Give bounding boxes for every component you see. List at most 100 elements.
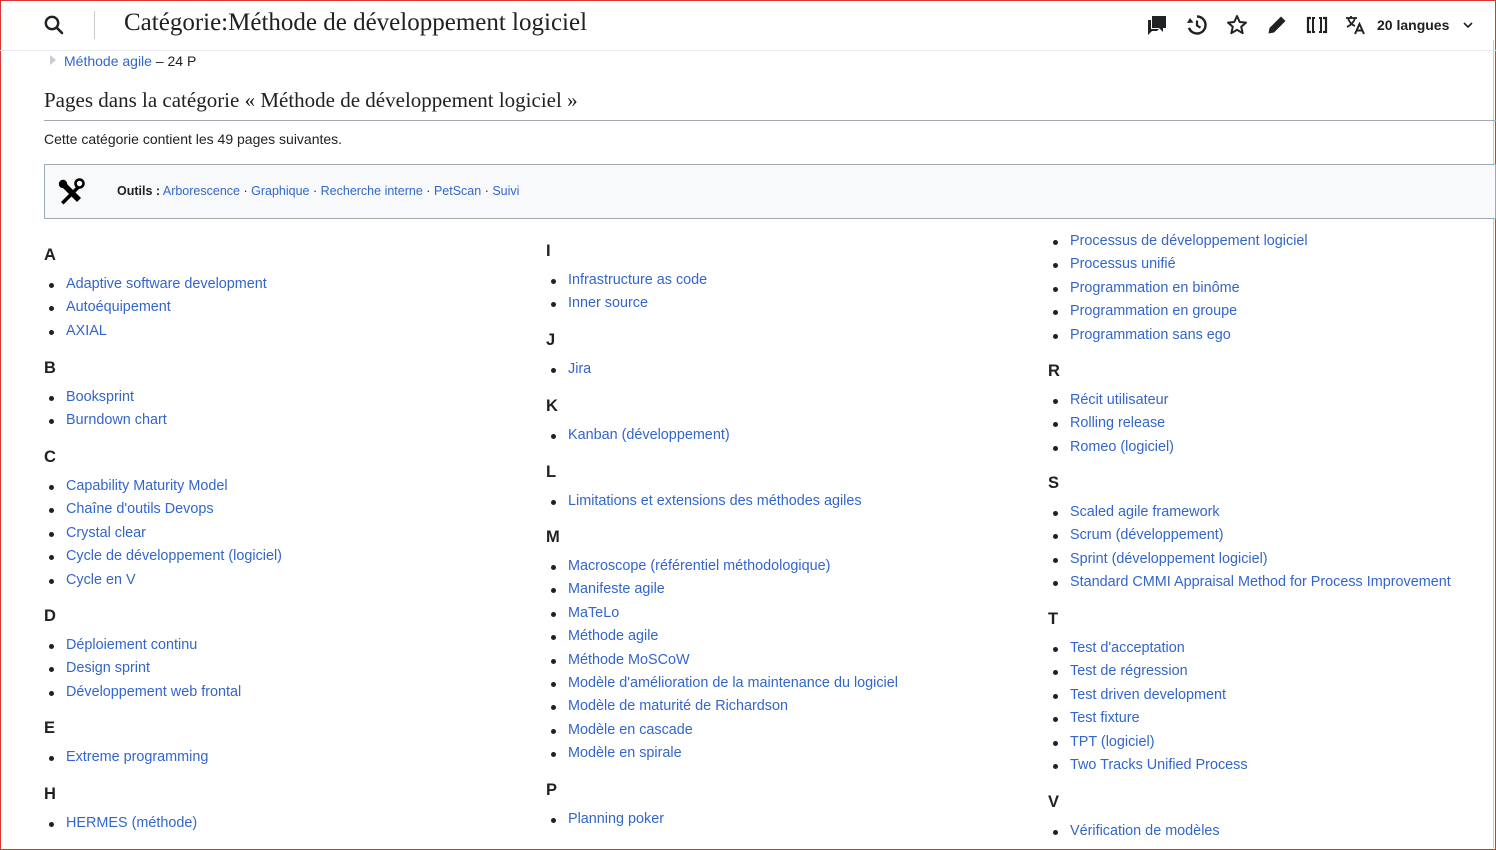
separator: · [243,184,248,198]
group-letter: H [44,785,56,803]
list-item[interactable]: Kanban (développement) [546,424,730,447]
talk-icon[interactable] [1145,13,1169,37]
list-item[interactable]: Two Tracks Unified Process [1048,754,1248,777]
list-item[interactable]: Extreme programming [44,746,208,769]
group-letter: D [44,607,56,625]
list-item[interactable]: Test driven development [1048,684,1248,707]
list-item[interactable]: Crystal clear [44,522,282,545]
list-item[interactable]: Standard CMMI Appraisal Method for Proce… [1048,571,1451,594]
list-item[interactable]: Romeo (logiciel) [1048,436,1174,459]
list-item[interactable]: Déploiement continu [44,634,241,657]
list-item[interactable]: Test d'acceptation [1048,637,1248,660]
list-item[interactable]: Programmation en binôme [1048,277,1308,300]
group-letter: I [546,242,551,260]
list-item[interactable]: Jira [546,358,591,381]
list-item[interactable]: Burndown chart [44,409,167,432]
list-item[interactable]: Processus de développement logiciel [1048,230,1308,253]
expand-triangle-icon[interactable] [50,55,56,65]
group-letter: R [1048,362,1060,380]
header-divider [94,11,95,39]
chevron-down-icon[interactable] [1457,13,1479,37]
letter-group-a: A Adaptive software development Autoéqui… [44,245,267,343]
list-item[interactable]: Infrastructure as code [546,269,707,292]
letter-group-t: T Test d'acceptation Test de régression … [1048,609,1248,777]
list-item[interactable]: Chaîne d'outils Devops [44,498,282,521]
list-item[interactable]: Test fixture [1048,707,1248,730]
list-item[interactable]: Macroscope (référentiel méthodologique) [546,555,898,578]
list-item[interactable]: Planning poker [546,808,664,831]
list-item[interactable]: Manifeste agile [546,578,898,601]
language-icon[interactable] [1343,13,1367,37]
list-item[interactable]: TPT (logiciel) [1048,731,1248,754]
list-item[interactable]: Booksprint [44,386,167,409]
list-item[interactable]: Cycle en V [44,569,282,592]
group-letter: J [546,331,556,349]
group-letter: M [546,528,560,546]
history-icon[interactable] [1185,13,1209,37]
list-item[interactable]: Modèle en spirale [546,742,898,765]
list-item[interactable]: AXIAL [44,320,267,343]
list-item[interactable]: Programmation en groupe [1048,300,1308,323]
list-item[interactable]: HERMES (méthode) [44,812,197,835]
list-item[interactable]: Développement web frontal [44,681,241,704]
letter-group-m: M Macroscope (référentiel méthodologique… [546,527,898,766]
list-item[interactable]: Programmation sans ego [1048,324,1308,347]
list-item[interactable]: Modèle de maturité de Richardson [546,695,898,718]
subcategory-row: Méthode agile – 24 P [50,53,196,69]
search-icon[interactable] [42,13,66,37]
group-letter: A [44,246,56,264]
list-item[interactable]: Scaled agile framework [1048,501,1451,524]
tools-label: Outils : [117,184,161,198]
letter-group-j: J Jira [546,330,591,381]
list-item[interactable]: Design sprint [44,657,241,680]
list-item[interactable]: Vérification de modèles [1048,820,1220,843]
tools-icon [57,178,85,206]
letter-group-h: H HERMES (méthode) [44,784,197,835]
list-item[interactable]: Cycle de développement (logiciel) [44,545,282,568]
group-letter: E [44,719,56,737]
list-item[interactable]: Limitations et extensions des méthodes a… [546,490,862,513]
section-heading: Pages dans la catégorie « Méthode de dév… [44,88,578,112]
heading-divider [44,120,1496,121]
list-item[interactable]: Modèle en cascade [546,719,898,742]
tool-link-arborescence[interactable]: Arborescence [163,184,240,198]
list-item[interactable]: MaTeLo [546,602,898,625]
list-item[interactable]: Sprint (développement logiciel) [1048,548,1451,571]
tool-link-suivi[interactable]: Suivi [492,184,519,198]
letter-group-p-continued: Processus de développement logiciel Proc… [1048,230,1308,347]
letter-group-v: V Vérification de modèles [1048,792,1220,843]
list-item[interactable]: Autoéquipement [44,296,267,319]
tool-link-recherche-interne[interactable]: Recherche interne [321,184,423,198]
list-item[interactable]: Capability Maturity Model [44,475,282,498]
list-item[interactable]: Méthode MoSCoW [546,649,898,672]
tool-link-graphique[interactable]: Graphique [251,184,309,198]
list-item[interactable]: Test de régression [1048,660,1248,683]
list-item[interactable]: Modèle d'amélioration de la maintenance … [546,672,898,695]
letter-group-e: E Extreme programming [44,718,208,769]
wikidata-brackets-icon[interactable] [1305,13,1329,37]
letter-group-l: L Limitations et extensions des méthodes… [546,462,862,513]
languages-button[interactable]: 20 langues [1377,17,1449,33]
page-header: Catégorie:Méthode de développement logic… [0,0,1496,51]
letter-group-c: C Capability Maturity Model Chaîne d'out… [44,447,282,592]
edit-pencil-icon[interactable] [1265,13,1289,37]
list-item[interactable]: Scrum (développement) [1048,524,1451,547]
subcategory-link[interactable]: Méthode agile [64,53,152,69]
group-letter: L [546,463,557,481]
group-letter: C [44,448,56,466]
list-item[interactable]: Inner source [546,292,707,315]
list-item[interactable]: Récit utilisateur [1048,389,1174,412]
letter-group-d: D Déploiement continu Design sprint Déve… [44,606,241,704]
letter-group-b: B Booksprint Burndown chart [44,358,167,433]
list-item[interactable]: Processus unifié [1048,253,1308,276]
list-item[interactable]: Adaptive software development [44,273,267,296]
watch-star-icon[interactable] [1225,13,1249,37]
page-edge-line [1493,40,1494,848]
letter-group-r: R Récit utilisateur Rolling release Rome… [1048,361,1174,459]
list-item[interactable]: Méthode agile [546,625,898,648]
page-title: Catégorie:Méthode de développement logic… [124,9,588,36]
separator: · [426,184,431,198]
group-letter: P [546,781,558,799]
tool-link-petscan[interactable]: PetScan [434,184,481,198]
list-item[interactable]: Rolling release [1048,412,1174,435]
